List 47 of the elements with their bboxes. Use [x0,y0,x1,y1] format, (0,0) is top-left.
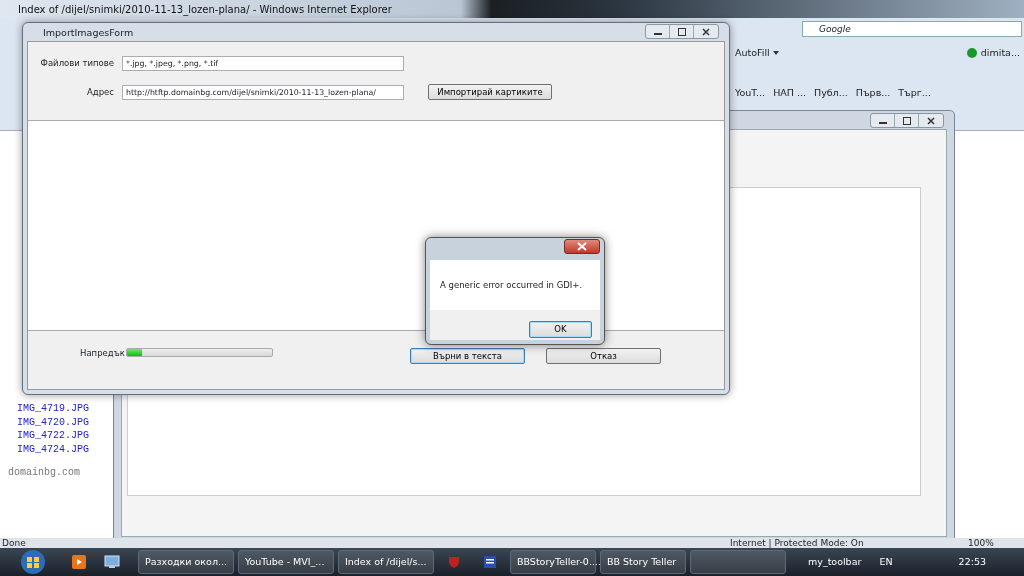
file-link[interactable]: IMG_4719.JPG [17,402,89,416]
favorite-link[interactable]: Публ... [814,86,848,101]
form-title: ImportImagesForm [43,27,134,38]
dropdown-icon[interactable] [772,51,779,56]
return-button[interactable]: Върни в текста [410,348,525,364]
favorite-link[interactable]: YouT... [735,86,766,101]
caption-buttons[interactable] [870,113,944,128]
document-icon[interactable] [484,556,496,568]
ok-button[interactable]: OK [529,321,592,338]
import-button[interactable]: Импортирай картиките [428,84,552,100]
autofill-button[interactable]: AutoFill [735,46,770,61]
taskbar-button[interactable]: Index of /dijel/s... [338,550,434,574]
zone-text: Internet | Protected Mode: On [730,538,864,548]
cancel-button[interactable]: Отказ [546,348,661,364]
taskbar-button[interactable]: Разходки окол... [138,550,234,574]
media-player-icon[interactable] [72,555,86,569]
favorite-link[interactable]: НАП ... [773,86,806,101]
close-button[interactable] [564,239,600,254]
field-label: Файлови типове [39,57,114,70]
taskbar-button[interactable]: BB Story Teller [600,550,686,574]
favorite-link[interactable]: Първ... [855,86,891,101]
status-text: Done [2,538,26,548]
file-link[interactable]: IMG_4722.JPG [17,429,89,443]
user-menu[interactable]: dimita... [980,46,1020,61]
desktop-icon[interactable] [104,555,120,569]
clock-time[interactable]: 22:53 [958,554,986,570]
search-field[interactable]: Google [802,21,1022,37]
start-orb-icon[interactable] [18,548,48,576]
zoom-level[interactable]: 100% [968,538,994,548]
favorite-link[interactable]: Търг... [898,86,931,101]
close-icon [927,116,935,125]
maximize-icon [902,116,911,125]
caption-buttons[interactable] [645,24,719,39]
close-icon [577,242,587,251]
window-title: Index of /dijel/snimki/2010-11-13_lozen-plana/ - Windows Internet Explorer [0,0,1024,18]
file-link[interactable]: IMG_4720.JPG [17,415,89,429]
taskbar-button[interactable]: YouTube - MVI_... [238,550,334,574]
field-label: Адрес [86,85,114,99]
language-indicator[interactable]: EN [879,554,893,570]
error-message: A generic error occurred in GDI+. [440,280,583,290]
file-link[interactable]: IMG_4724.JPG [17,442,89,456]
close-icon [702,27,710,36]
maximize-icon [677,27,686,36]
footer-text: domainbg.com [8,466,80,480]
toolbar-name[interactable]: my_toolbar [808,554,862,570]
status-dot-icon [966,48,977,59]
progress-label: Напредък [80,347,125,360]
